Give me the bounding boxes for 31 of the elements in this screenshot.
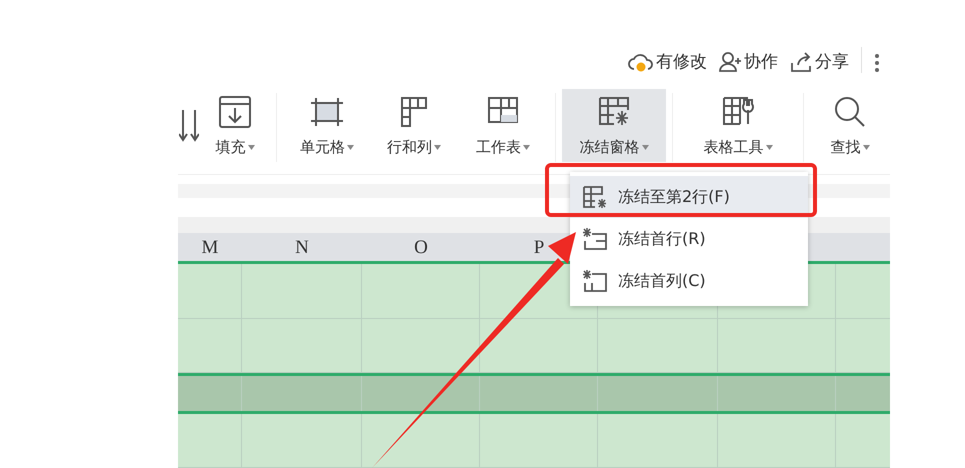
menu-item[interactable]: 冻结至第2行(F) (570, 176, 808, 218)
freeze-row-icon (582, 227, 608, 251)
share-button[interactable]: 分享 (790, 50, 849, 74)
arrow-icon (179, 108, 199, 144)
ribbon-button[interactable]: 冻结窗格 (562, 89, 666, 162)
ribbon-button[interactable]: 单元格 (283, 89, 371, 162)
menu-item[interactable]: 冻结首列(C) (570, 260, 808, 302)
fill-down-icon (217, 94, 253, 130)
freeze-table-icon (582, 185, 608, 209)
column-header[interactable]: N (242, 233, 362, 262)
column-header[interactable]: M (178, 233, 242, 262)
column-header[interactable]: O (362, 233, 480, 262)
caret-icon (523, 145, 530, 150)
caret-icon (434, 145, 441, 150)
ribbon-button[interactable]: 工作表 (457, 89, 549, 162)
caret-icon (862, 145, 870, 150)
ribbon-button[interactable]: 查找 (810, 89, 890, 162)
caret-icon (642, 145, 648, 150)
caret-icon (766, 145, 772, 150)
ribbon-button[interactable]: 行和列 (371, 89, 457, 162)
menu-item[interactable]: 冻结首行(R) (570, 218, 808, 260)
add-person-icon (719, 50, 741, 73)
caret-icon (347, 145, 354, 150)
ribbon-button[interactable]: 填充 (200, 89, 270, 162)
share-icon (790, 50, 812, 73)
freeze-column-icon (582, 269, 608, 293)
caret-icon (248, 145, 254, 150)
more-icon[interactable] (874, 53, 880, 74)
collaborate-button[interactable]: 协作 (719, 50, 778, 74)
changes-status-button[interactable]: 有修改 (627, 50, 707, 74)
ribbon-button[interactable]: 表格工具 (679, 89, 797, 162)
